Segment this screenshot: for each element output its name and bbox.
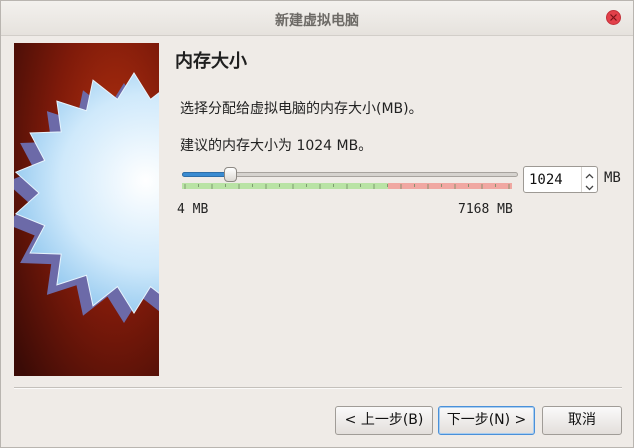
close-icon	[610, 14, 617, 21]
wizard-banner-image	[14, 43, 159, 376]
chevron-down-icon	[585, 185, 594, 191]
close-button[interactable]	[606, 10, 621, 25]
description-text: 选择分配给虚拟电脑的内存大小(MB)。	[180, 101, 423, 117]
spin-down-button[interactable]	[582, 179, 597, 191]
slider-fill	[182, 172, 230, 177]
back-button[interactable]: < 上一步(B)	[335, 406, 433, 435]
slider-min-label: 4 MB	[177, 202, 209, 217]
slider-max-label: 7168 MB	[458, 202, 513, 217]
cancel-button[interactable]: 取消	[542, 406, 622, 435]
button-separator	[14, 387, 622, 389]
memory-size-input[interactable]	[524, 167, 582, 192]
spin-up-button[interactable]	[582, 167, 597, 179]
starburst-icon	[14, 43, 159, 376]
memory-slider[interactable]	[180, 165, 520, 193]
next-button[interactable]: 下一步(N) >	[438, 406, 535, 435]
slider-handle[interactable]	[223, 167, 237, 182]
scale-safe-range	[182, 183, 388, 189]
slider-scale	[182, 183, 512, 189]
unit-label: MB	[604, 170, 621, 186]
spin-arrows	[581, 167, 597, 192]
window-title: 新建虚拟电脑	[275, 13, 359, 29]
memory-spinbox[interactable]	[523, 166, 598, 193]
scale-warning-range	[388, 183, 512, 189]
page-title: 内存大小	[175, 51, 247, 72]
recommendation-text: 建议的内存大小为 1024 MB。	[180, 138, 373, 154]
dialog-window: 新建虚拟电脑 内存大小 选择分配给虚拟电脑的内存大小(MB)。 建议的内存大小为…	[0, 0, 634, 448]
title-bar[interactable]: 新建虚拟电脑	[1, 1, 633, 36]
